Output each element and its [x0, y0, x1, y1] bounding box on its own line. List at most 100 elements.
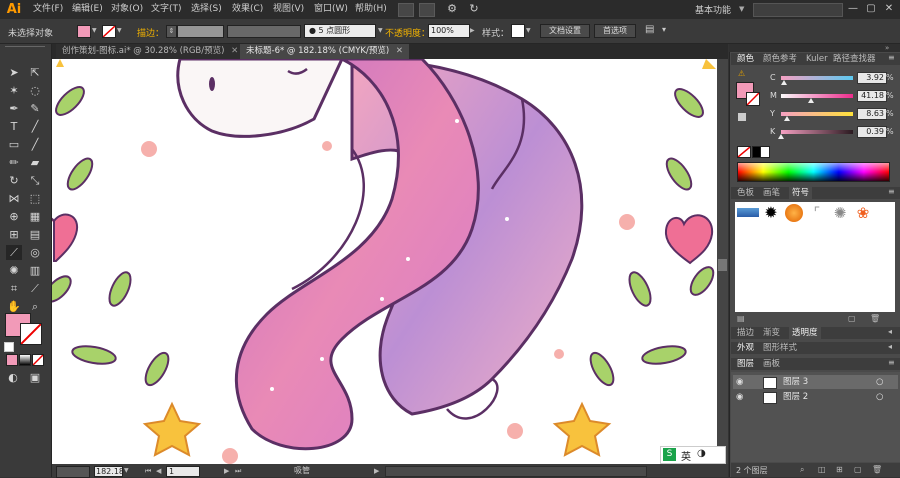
chevron-down-icon[interactable]: ▼ [124, 467, 129, 474]
menu-select[interactable]: 选择(S) [191, 3, 222, 15]
preferences-button[interactable]: 首选项 [594, 24, 636, 38]
scale-tool-icon[interactable]: ⤡ [27, 173, 43, 188]
web-safe-color-icon[interactable] [738, 113, 746, 121]
close-window-button[interactable]: ✕ [882, 2, 896, 16]
menu-window[interactable]: 窗口(W) [314, 3, 348, 15]
help-search-input[interactable] [753, 3, 843, 17]
tab-appearance[interactable]: 外观 [737, 342, 754, 354]
paintbrush-tool-icon[interactable]: ╱ [27, 137, 43, 152]
zoom-preset-select[interactable] [56, 466, 90, 478]
align-options-icon[interactable]: ▤ [645, 24, 654, 35]
symbol-ink-splat[interactable]: ✹ [762, 204, 780, 222]
tab-kuler[interactable]: Kuler [806, 53, 828, 65]
blend-tool-icon[interactable]: ◎ [27, 245, 43, 260]
chevron-down-icon[interactable]: ▼ [92, 27, 97, 34]
slice-tool-icon[interactable]: ⟋ [27, 281, 43, 296]
draw-mode-icon[interactable]: ◐ [5, 370, 21, 385]
menu-view[interactable]: 视图(V) [273, 3, 304, 15]
tab-swatches[interactable]: 色板 [737, 187, 754, 199]
arrange-documents-icon[interactable] [419, 3, 435, 17]
tab-color-guide[interactable]: 颜色参考 [763, 53, 797, 65]
rectangle-tool-icon[interactable]: ▭ [6, 137, 22, 152]
first-artboard-icon[interactable]: ⏮ [145, 467, 151, 476]
slider-thumb[interactable] [807, 98, 814, 103]
maximize-button[interactable]: ▢ [864, 2, 878, 16]
tab-gradient[interactable]: 渐变 [763, 327, 780, 339]
layer-name[interactable]: 图层 2 [783, 390, 808, 404]
tab-document-1[interactable]: 创作策划-图标.ai* @ 30.28% (RGB/预览) ✕ [56, 44, 245, 59]
slider-thumb[interactable] [784, 116, 791, 121]
gpu-performance-icon[interactable]: ⚙ [445, 2, 459, 16]
none-mode-button[interactable] [32, 354, 44, 366]
brush-definition-select[interactable]: ● 5 点圆形 [304, 24, 376, 38]
layer-row-3[interactable]: ◉ 图层 3 ○ [733, 375, 898, 389]
none-color-chip[interactable] [737, 146, 751, 158]
menu-help[interactable]: 帮助(H) [355, 3, 387, 15]
column-graph-tool-icon[interactable]: ▥ [27, 263, 43, 278]
menu-edit[interactable]: 编辑(E) [72, 3, 103, 15]
value-y[interactable]: 8.63 [857, 108, 887, 120]
chevron-down-icon[interactable]: ▼ [739, 5, 744, 13]
target-circle-icon[interactable]: ○ [876, 375, 883, 389]
artboard-tool-icon[interactable]: ⌗ [6, 281, 22, 296]
color-mode-button[interactable] [6, 354, 18, 366]
line-segment-tool-icon[interactable]: ╱ [27, 119, 43, 134]
slider-y[interactable] [781, 112, 853, 121]
stroke-label[interactable]: 描边： [137, 26, 164, 39]
panel-menu-icon[interactable]: ▾ [662, 25, 666, 34]
expand-icon[interactable]: ◂ [888, 342, 892, 351]
slider-thumb[interactable] [780, 80, 787, 85]
symbol-flower[interactable]: ❀ [854, 204, 872, 222]
delete-layer-icon[interactable]: 🗑 [872, 465, 882, 474]
menu-text[interactable]: 文字(T) [151, 3, 182, 15]
selection-tool-icon[interactable]: ➤ [6, 65, 22, 80]
opacity-field[interactable]: 100% [428, 24, 470, 38]
panel-menu-icon[interactable]: ≡ [888, 358, 895, 367]
horizontal-scrollbar[interactable] [385, 466, 647, 477]
eraser-tool-icon[interactable]: ▰ [27, 155, 43, 170]
status-menu-icon[interactable]: ▶ [374, 467, 379, 475]
new-symbol-icon[interactable]: ▢ [848, 314, 856, 323]
tab-brushes[interactable]: 画笔 [763, 187, 780, 199]
chevron-right-icon[interactable]: ▶ [470, 27, 475, 34]
tab-layers[interactable]: 图层 [737, 358, 754, 370]
out-of-gamut-icon[interactable]: ⚠ [738, 69, 745, 78]
symbol-blue-banner[interactable] [737, 208, 759, 217]
symbol-orange-button[interactable] [785, 204, 803, 222]
visibility-eye-icon[interactable]: ◉ [736, 390, 743, 404]
stroke-weight-stepper[interactable]: ⇕ [166, 25, 177, 38]
toolbar-grip[interactable] [5, 46, 45, 50]
ime-toolbar[interactable]: S 英 ◑ [660, 446, 726, 464]
color-panel-stroke[interactable] [746, 92, 760, 106]
slider-k[interactable] [778, 130, 853, 139]
locate-object-icon[interactable]: ⌕ [800, 465, 804, 475]
gradient-tool-icon[interactable]: ▤ [27, 227, 43, 242]
mesh-tool-icon[interactable]: ⊞ [6, 227, 22, 242]
bridge-icon[interactable] [398, 3, 414, 17]
value-m[interactable]: 41.18 [857, 90, 887, 102]
last-artboard-icon[interactable]: ⏭ [235, 467, 241, 476]
tab-pathfinder[interactable]: 路径查找器 [833, 53, 876, 65]
width-tool-icon[interactable]: ⋈ [6, 191, 22, 206]
make-clipping-mask-icon[interactable]: ◫ [818, 465, 826, 474]
tab-artboards[interactable]: 画板 [763, 358, 780, 370]
tab-symbols[interactable]: 符号 [789, 187, 813, 199]
delete-symbol-icon[interactable]: 🗑 [870, 314, 880, 323]
stroke-none-swatch[interactable] [102, 25, 116, 38]
menu-file[interactable]: 文件(F) [33, 3, 63, 15]
chevron-down-icon[interactable]: ▼ [378, 27, 383, 34]
menu-effect[interactable]: 效果(C) [232, 3, 263, 15]
value-k[interactable]: 0.39 [857, 126, 887, 138]
pencil-tool-icon[interactable]: ✏ [6, 155, 22, 170]
target-circle-icon[interactable]: ○ [876, 390, 883, 404]
lasso-tool-icon[interactable]: ◌ [27, 83, 43, 98]
hand-tool-icon[interactable]: ✋ [6, 299, 22, 314]
zoom-tool-icon[interactable]: ⌕ [27, 299, 43, 314]
tab-transparency[interactable]: 透明度 [789, 327, 821, 339]
direct-selection-tool-icon[interactable]: ⇱ [27, 65, 43, 80]
workspace-switcher[interactable]: 基本功能 [695, 3, 731, 16]
ime-language[interactable]: 英 [681, 448, 691, 463]
panel-menu-icon[interactable]: ≡ [888, 187, 895, 196]
layer-name[interactable]: 图层 3 [783, 375, 808, 389]
prev-artboard-icon[interactable]: ◀ [156, 467, 161, 475]
